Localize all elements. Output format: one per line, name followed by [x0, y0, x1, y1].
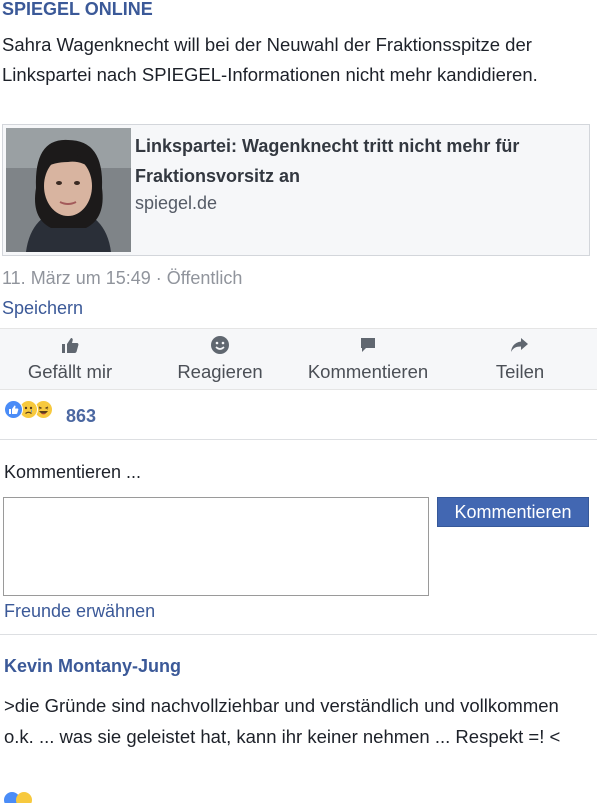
- smiley-icon: [150, 335, 290, 359]
- like-label: Gefällt mir: [27, 361, 113, 382]
- article-thumbnail[interactable]: [6, 128, 131, 252]
- link-title[interactable]: Linkspartei: Wagenknecht tritt nicht meh…: [135, 131, 575, 191]
- comment-action-label: Kommentieren: [307, 361, 429, 382]
- comment-text: >die Gründe sind nachvollziehbar und ver…: [4, 695, 561, 747]
- mention-friends-link[interactable]: Freunde erwähnen: [4, 601, 155, 622]
- comment-author[interactable]: Kevin Montany-Jung: [4, 656, 181, 677]
- link-preview-card[interactable]: Linkspartei: Wagenknecht tritt nicht meh…: [2, 124, 590, 256]
- share-button[interactable]: Teilen: [450, 329, 590, 389]
- post-timestamp: 11. März um 15:49 · Öffentlich: [2, 268, 243, 288]
- thumbs-up-icon: [0, 335, 140, 359]
- comment-reaction-icons[interactable]: [4, 790, 34, 808]
- comment-form-label: Kommentieren ...: [4, 462, 142, 482]
- reaction-count[interactable]: 863: [66, 406, 96, 427]
- share-label: Teilen: [495, 361, 545, 382]
- save-link[interactable]: Speichern: [2, 298, 83, 319]
- speech-bubble-icon: [298, 335, 438, 359]
- divider: [0, 439, 597, 440]
- comment-action-button[interactable]: Kommentieren: [298, 329, 438, 389]
- divider: [0, 634, 597, 635]
- action-bar: Gefällt mir Reagieren Kommentieren Teile…: [0, 328, 597, 390]
- like-button[interactable]: Gefällt mir: [0, 329, 140, 389]
- like-icon: [4, 400, 23, 419]
- share-arrow-icon: [450, 335, 590, 359]
- comment-input[interactable]: [3, 497, 429, 596]
- post-text: Sahra Wagenknecht will bei der Neuwahl d…: [2, 34, 538, 85]
- post-source[interactable]: SPIEGEL ONLINE: [2, 0, 153, 20]
- comment-submit-button[interactable]: Kommentieren: [437, 497, 589, 527]
- react-button[interactable]: Reagieren: [150, 329, 290, 389]
- link-domain: spiegel.de: [135, 193, 218, 213]
- react-label: Reagieren: [177, 361, 263, 382]
